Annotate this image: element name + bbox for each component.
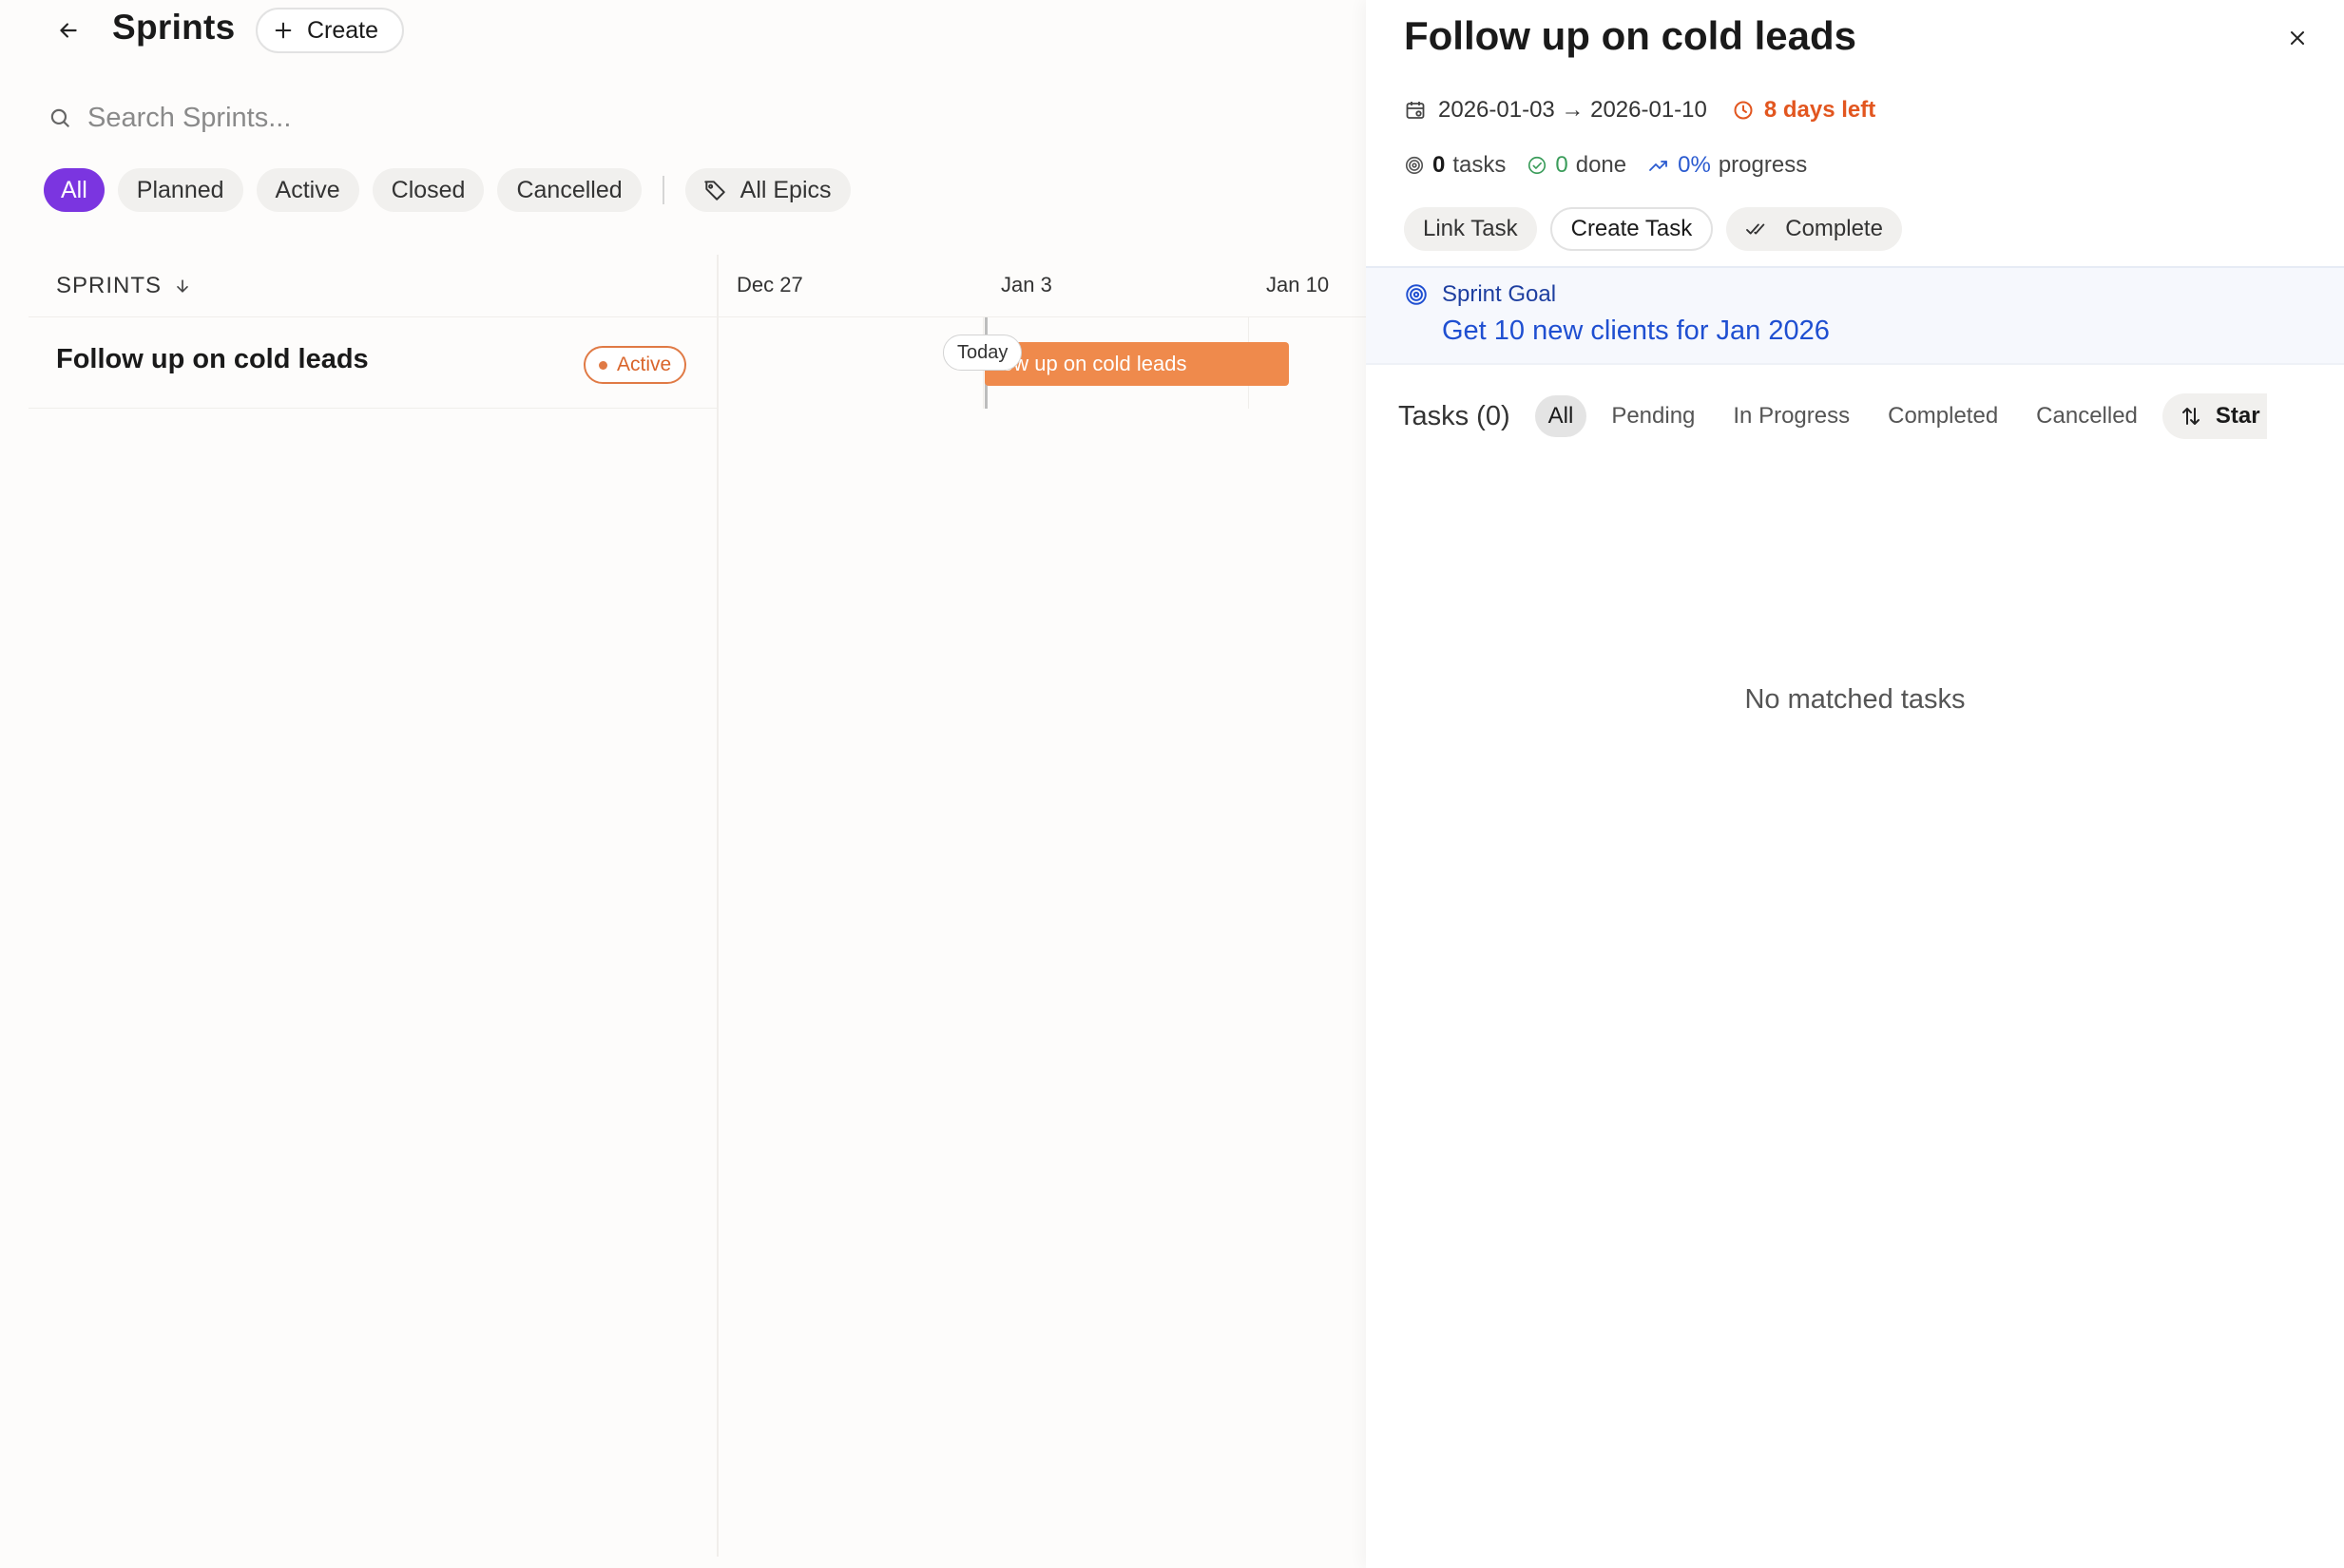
panel-actions: Link Task Create Task Complete	[1404, 207, 1902, 251]
progress-value: 0%	[1678, 152, 1711, 178]
sprint-dates-row: 2026-01-03 → 2026-01-10 8 days left	[1404, 97, 1875, 124]
double-check-icon	[1745, 219, 1770, 239]
calendar-icon	[1404, 99, 1427, 122]
clock-icon	[1732, 99, 1755, 122]
sprint-grid: SPRINTS Follow up on cold leads Active D…	[29, 255, 1366, 1566]
table-row[interactable]: Follow up on cold leads Active	[29, 317, 717, 409]
panel-title: Follow up on cold leads	[1404, 13, 1857, 58]
sort-arrows-icon	[2180, 405, 2202, 428]
arrow-down-icon	[173, 277, 192, 296]
done-stat: 0 done	[1527, 152, 1626, 179]
sprint-timeline-bar[interactable]: ollow up on cold leads	[985, 342, 1289, 386]
create-task-button[interactable]: Create Task	[1549, 207, 1714, 251]
timeline-date: Jan 3	[1001, 273, 1052, 296]
sprint-title: Follow up on cold leads	[56, 344, 369, 374]
search-input[interactable]	[87, 102, 658, 134]
timeline-date: Dec 27	[737, 273, 803, 296]
filter-divider	[662, 176, 664, 204]
search-icon	[48, 105, 72, 130]
top-bar: Sprints Create	[0, 0, 1366, 61]
sprint-goal: Sprint Goal Get 10 new clients for Jan 2…	[1366, 266, 2344, 365]
back-button[interactable]	[49, 11, 87, 49]
filter-planned[interactable]: Planned	[117, 168, 243, 212]
today-badge: Today	[943, 335, 1023, 371]
trending-up-icon	[1647, 154, 1670, 177]
filter-closed[interactable]: Closed	[372, 168, 485, 212]
tab-pending[interactable]: Pending	[1598, 395, 1708, 437]
task-count-stat: 0 tasks	[1404, 152, 1506, 179]
check-circle-icon	[1527, 155, 1547, 176]
search-bar	[48, 95, 713, 141]
close-icon	[2286, 27, 2309, 49]
filter-all[interactable]: All	[44, 168, 105, 212]
sprint-goal-header: Sprint Goal	[1404, 281, 1556, 308]
epics-filter[interactable]: All Epics	[684, 168, 851, 212]
empty-state: No matched tasks	[1744, 684, 1966, 715]
status-badge: Active	[584, 346, 687, 384]
create-label: Create	[307, 16, 379, 44]
done-word: done	[1575, 152, 1627, 178]
target-icon	[1404, 155, 1425, 176]
done-count: 0	[1555, 152, 1568, 178]
create-button[interactable]: Create	[256, 8, 404, 53]
complete-button[interactable]: Complete	[1726, 207, 1902, 251]
sprints-page: Sprints Create All Planned Active Closed…	[0, 0, 1366, 1568]
tasks-heading: Tasks (0)	[1398, 400, 1510, 431]
progress-word: progress	[1718, 152, 1808, 178]
progress-stat: 0% progress	[1647, 152, 1807, 179]
sprint-goal-text: Get 10 new clients for Jan 2026	[1442, 316, 1830, 346]
days-left: 8 days left	[1732, 97, 1875, 124]
arrow-left-icon	[56, 18, 81, 43]
tab-all[interactable]: All	[1534, 395, 1587, 437]
sort-button[interactable]: Star	[2161, 393, 2267, 439]
sprints-column-header[interactable]: SPRINTS	[29, 255, 717, 317]
sprint-goal-label: Sprint Goal	[1442, 281, 1557, 307]
filter-chips: All Planned Active Closed Cancelled All …	[44, 167, 851, 213]
tasks-word: tasks	[1452, 152, 1507, 178]
epics-filter-label: All Epics	[740, 176, 832, 203]
sprint-detail-panel: Follow up on cold leads 2026-01-03 → 202…	[1366, 0, 2344, 1568]
task-count: 0	[1432, 152, 1446, 178]
goal-target-icon	[1404, 282, 1429, 307]
tab-in-progress[interactable]: In Progress	[1720, 395, 1863, 437]
filter-cancelled[interactable]: Cancelled	[497, 168, 642, 212]
column-header-label: SPRINTS	[56, 272, 163, 298]
status-label: Active	[617, 354, 672, 375]
complete-label: Complete	[1785, 216, 1883, 241]
date-range: 2026-01-03 → 2026-01-10	[1438, 97, 1707, 123]
timeline-header: Dec 27 Jan 3 Jan 10	[719, 255, 1366, 317]
plus-icon	[273, 20, 294, 41]
status-dot	[599, 360, 607, 370]
link-task-button[interactable]: Link Task	[1404, 207, 1537, 251]
days-left-label: 8 days left	[1763, 97, 1876, 123]
tag-icon	[702, 178, 727, 202]
tab-completed[interactable]: Completed	[1874, 395, 2011, 437]
tab-cancelled[interactable]: Cancelled	[2023, 395, 2151, 437]
close-button[interactable]	[2278, 19, 2316, 57]
tasks-toolbar: Tasks (0) All Pending In Progress Comple…	[1398, 393, 2267, 439]
page-title: Sprints	[112, 8, 236, 47]
timeline-date: Jan 10	[1266, 273, 1330, 296]
filter-active[interactable]: Active	[256, 168, 359, 212]
sort-label: Star	[2215, 403, 2260, 429]
sprint-stats-row: 0 tasks 0 done 0% progress	[1404, 152, 1828, 179]
timeline: Dec 27 Jan 3 Jan 10 ollow up on cold lea…	[719, 255, 1366, 1557]
